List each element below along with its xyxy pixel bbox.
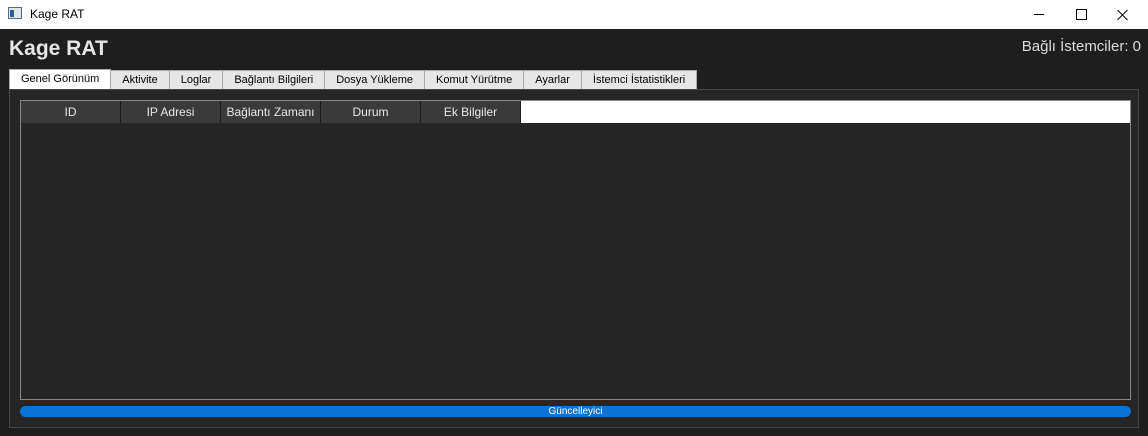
minimize-icon bbox=[1034, 14, 1044, 15]
close-button[interactable] bbox=[1100, 0, 1146, 29]
column-header-id[interactable]: ID bbox=[21, 101, 121, 123]
updater-progress-label: Güncelleyici bbox=[548, 406, 603, 417]
tab-file-upload[interactable]: Dosya Yükleme bbox=[325, 70, 426, 90]
maximize-icon bbox=[1075, 9, 1087, 20]
tab-command-execution[interactable]: Komut Yürütme bbox=[425, 70, 525, 90]
tab-bar: Genel Görünüm Aktivite Loglar Bağlantı B… bbox=[9, 69, 698, 90]
column-header-connection-time[interactable]: Bağlantı Zamanı bbox=[221, 101, 321, 123]
title-bar[interactable]: Kage RAT bbox=[0, 0, 1148, 29]
tab-overview[interactable]: Genel Görünüm bbox=[9, 69, 112, 90]
minimize-button[interactable] bbox=[1016, 0, 1062, 29]
column-header-status[interactable]: Durum bbox=[321, 101, 421, 123]
table-header-row: ID IP Adresi Bağlantı Zamanı Durum Ek Bi… bbox=[21, 101, 1130, 123]
tab-activity[interactable]: Aktivite bbox=[111, 70, 170, 90]
app-window: Kage RAT Kage RAT Bağlı İstemciler: 0 Ge… bbox=[0, 0, 1148, 436]
tab-content-pane: ID IP Adresi Bağlantı Zamanı Durum Ek Bi… bbox=[9, 89, 1139, 428]
close-icon bbox=[1117, 9, 1129, 21]
app-title: Kage RAT bbox=[9, 37, 108, 60]
table-body[interactable] bbox=[21, 123, 1130, 399]
maximize-button[interactable] bbox=[1058, 0, 1104, 29]
tab-client-statistics[interactable]: İstemci İstatistikleri bbox=[581, 70, 698, 90]
updater-progress-bar: Güncelleyici bbox=[20, 406, 1131, 417]
app-window-icon bbox=[8, 7, 22, 19]
column-header-ip-address[interactable]: IP Adresi bbox=[121, 101, 221, 123]
column-header-extra-info[interactable]: Ek Bilgiler bbox=[421, 101, 521, 123]
tab-connection-info[interactable]: Bağlantı Bilgileri bbox=[223, 70, 326, 90]
tab-logs[interactable]: Loglar bbox=[169, 70, 224, 90]
window-title: Kage RAT bbox=[30, 7, 85, 21]
connected-clients-count: Bağlı İstemciler: 0 bbox=[1021, 38, 1141, 55]
clients-table[interactable]: ID IP Adresi Bağlantı Zamanı Durum Ek Bi… bbox=[20, 100, 1131, 400]
tab-settings[interactable]: Ayarlar bbox=[524, 70, 582, 90]
